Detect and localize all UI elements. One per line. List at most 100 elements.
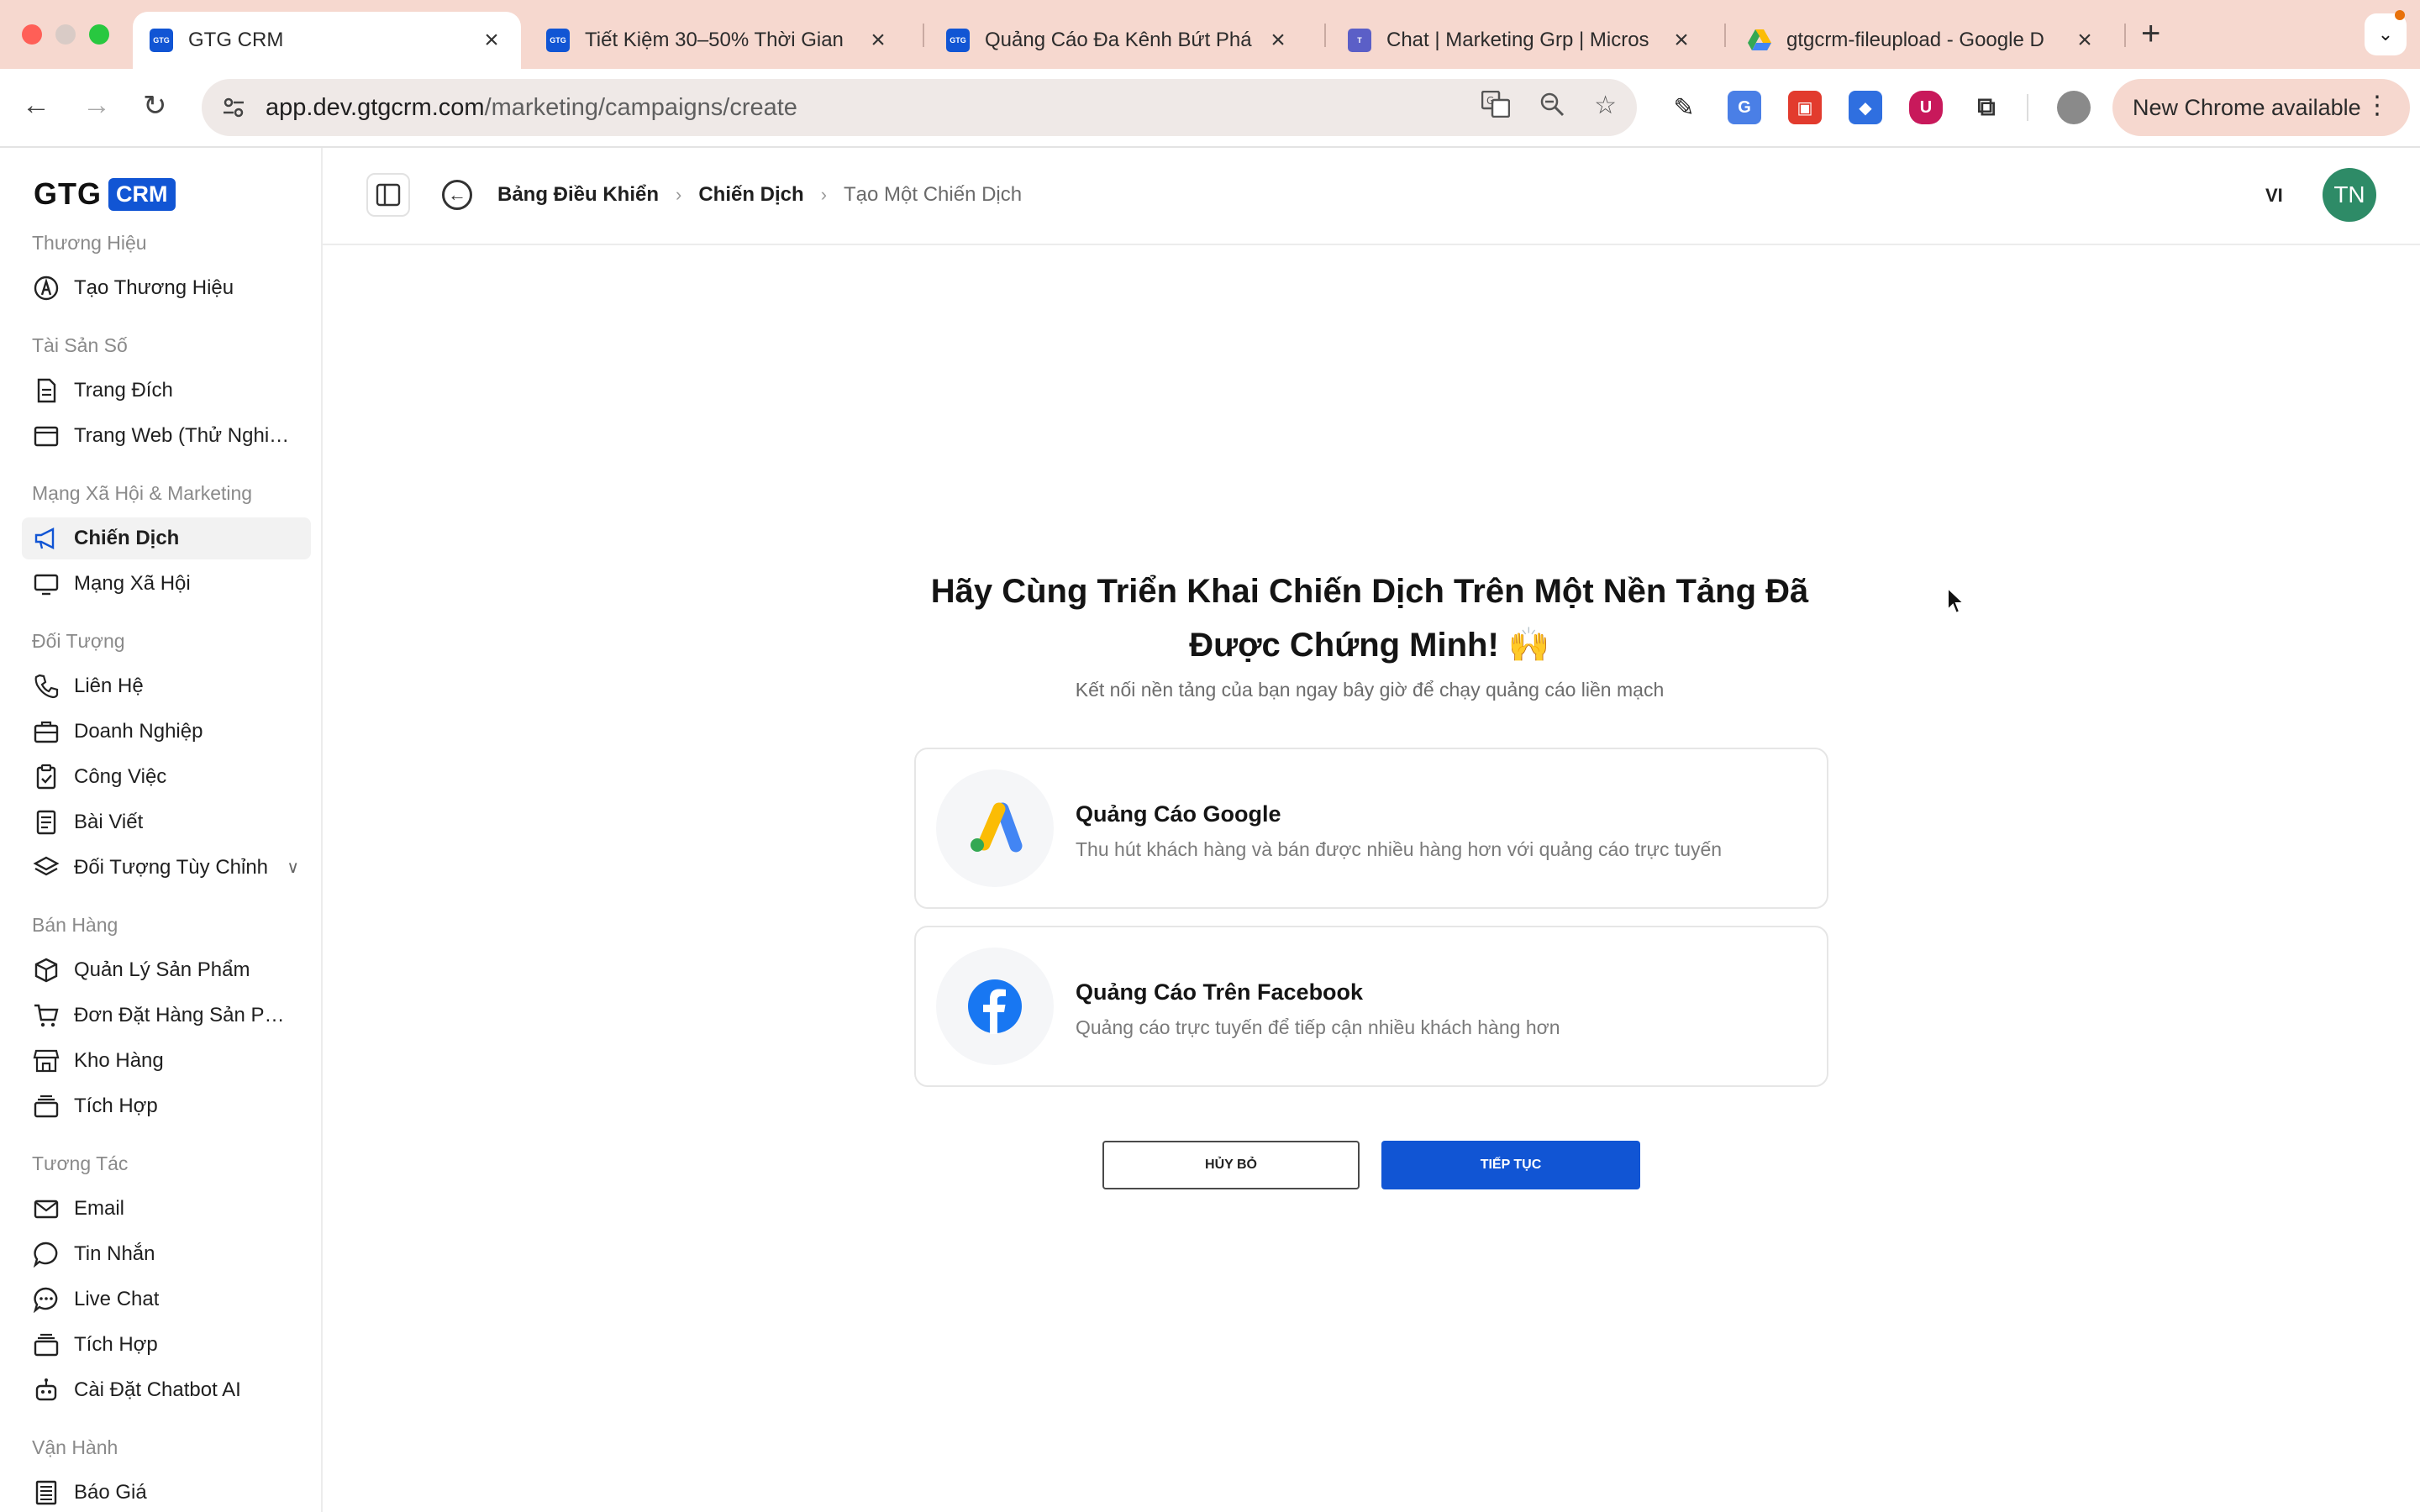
message-circle-icon	[32, 1240, 60, 1268]
close-icon[interactable]: ×	[1265, 28, 1291, 53]
chat-dots-icon	[32, 1285, 60, 1314]
tag-extension-icon[interactable]: ◆	[1849, 91, 1882, 124]
browser-tab[interactable]: T Chat | Marketing Grp | Micros ×	[1331, 12, 1711, 69]
page-subtitle: Kết nối nền tảng của bạn ngay bây giờ để…	[1075, 679, 1665, 701]
article-icon	[32, 808, 60, 837]
app-logo[interactable]: GTG CRM	[34, 176, 176, 212]
layers-icon	[32, 853, 60, 882]
sidebar-item-chien-dich[interactable]: Chiến Dịch	[22, 517, 311, 559]
breadcrumb-campaigns[interactable]: Chiến Dịch	[698, 183, 803, 207]
close-icon[interactable]: ×	[479, 28, 504, 53]
breadcrumb: Bảng Điều Khiển › Chiến Dịch › Tạo Một C…	[497, 183, 1022, 207]
page-title: Hãy Cùng Triển Khai Chiến Dịch Trên Một …	[930, 573, 1809, 664]
platform-card-facebook-ads[interactable]: Quảng Cáo Trên Facebook Quảng cáo trực t…	[914, 926, 1828, 1087]
url-host: app.dev.gtgcrm.com	[266, 93, 485, 121]
sidebar-item-lien-he[interactable]: Liên Hệ	[22, 665, 311, 707]
sidebar-item-label: Quản Lý Sản Phẩm	[74, 958, 250, 981]
browser-tab[interactable]: GTG Quảng Cáo Đa Kênh Bứt Phá ×	[929, 12, 1307, 69]
gift-extension-icon[interactable]: ▣	[1788, 91, 1822, 124]
stack-icon	[32, 1331, 60, 1359]
continue-button[interactable]: TIẾP TỤC	[1381, 1141, 1640, 1189]
sidebar-item-tin-nhan[interactable]: Tin Nhắn	[22, 1233, 311, 1275]
translate-icon[interactable]: G	[1481, 90, 1511, 124]
close-icon[interactable]: ×	[1669, 28, 1694, 53]
section-title: Vận Hành	[32, 1436, 118, 1458]
notification-dot	[2395, 10, 2405, 20]
url-text: app.dev.gtgcrm.com/marketing/campaigns/c…	[266, 94, 797, 122]
sidebar-item-label: Đơn Đặt Hàng Sản Phẩ...	[74, 1004, 294, 1026]
language-switcher[interactable]: VI	[2265, 185, 2283, 207]
mail-icon	[32, 1194, 60, 1223]
sidebar-item-trang-web[interactable]: Trang Web (Thử Nghiệ...	[22, 415, 311, 457]
extensions-puzzle-icon[interactable]: ⧉	[1970, 91, 2003, 124]
sidebar-item-label: Kho Hàng	[74, 1049, 164, 1072]
bookmark-star-icon[interactable]: ☆	[1594, 91, 1617, 124]
tab-title: Chat | Marketing Grp | Micros	[1386, 29, 1649, 51]
close-icon[interactable]: ×	[2072, 28, 2097, 53]
back-arrow-icon[interactable]: ←	[22, 89, 50, 122]
chevron-down-icon[interactable]: ∨	[287, 857, 299, 878]
close-icon[interactable]: ×	[865, 28, 891, 53]
receipt-icon	[32, 1478, 60, 1507]
sidebar-item-tao-thuong-hieu[interactable]: Tạo Thương Hiệu	[22, 267, 311, 309]
back-button[interactable]: ←	[442, 180, 472, 210]
sidebar-item-quan-ly-san-pham[interactable]: Quản Lý Sản Phẩm	[22, 949, 311, 991]
new-tab-button[interactable]: +	[2141, 15, 2160, 53]
sidebar-item-label: Tin Nhắn	[74, 1242, 155, 1265]
arrow-left-icon: ←	[448, 184, 466, 205]
sidebar-item-mang-xa-hoi[interactable]: Mạng Xã Hội	[22, 563, 311, 605]
sidebar-item-chatbot-ai[interactable]: Cài Đặt Chatbot AI	[22, 1369, 311, 1411]
platform-name: Quảng Cáo Trên Facebook	[1076, 979, 1364, 1005]
breadcrumb-current: Tạo Một Chiến Dịch	[844, 183, 1023, 206]
browser-tab[interactable]: GTG Tiết Kiệm 30–50% Thời Gian ×	[529, 12, 908, 69]
section-title: Bán Hàng	[32, 914, 118, 936]
sidebar-item-label: Cài Đặt Chatbot AI	[74, 1378, 241, 1401]
phone-icon	[32, 672, 60, 701]
section-title: Đối Tượng	[32, 630, 125, 652]
cancel-button[interactable]: HỦY BỎ	[1102, 1141, 1360, 1189]
reload-icon[interactable]: ↻	[143, 89, 167, 123]
browser-tab[interactable]: GTG GTG CRM ×	[133, 12, 521, 69]
sidebar-item-doi-tuong-tuy-chinh[interactable]: Đối Tượng Tùy Chỉnh ∨	[22, 847, 311, 889]
window-close-button[interactable]	[22, 24, 42, 45]
breadcrumb-dashboard[interactable]: Bảng Điều Khiển	[497, 183, 659, 207]
tab-divider	[2124, 24, 2126, 47]
chevron-right-icon: ›	[676, 184, 682, 205]
sidebar-item-email[interactable]: Email	[22, 1188, 311, 1230]
window-zoom-button[interactable]	[89, 24, 109, 45]
site-settings-icon[interactable]	[215, 89, 252, 126]
sidebar-item-bao-gia[interactable]: Báo Giá	[22, 1472, 311, 1512]
sidebar-item-label: Tích Hợp	[74, 1095, 158, 1117]
sidebar-item-label: Tích Hợp	[74, 1333, 158, 1356]
sidebar-item-kho-hang[interactable]: Kho Hàng	[22, 1040, 311, 1082]
tab-divider	[1724, 24, 1726, 47]
window-minimize-button[interactable]	[55, 24, 76, 45]
tab-divider	[923, 24, 924, 47]
gtg-crm-favicon-icon: GTG	[150, 29, 173, 52]
toggle-sidebar-button[interactable]	[366, 173, 410, 217]
browser-tab[interactable]: gtgcrm-fileupload - Google D ×	[1731, 12, 2114, 69]
sidebar-item-doanh-nghiep[interactable]: Doanh Nghiệp	[22, 711, 311, 753]
avatar[interactable]: TN	[2323, 168, 2376, 222]
eyedropper-extension-icon[interactable]: ✎	[1667, 91, 1701, 124]
platform-card-google-ads[interactable]: Quảng Cáo Google Thu hút khách hàng và b…	[914, 748, 1828, 909]
new-chrome-available-button[interactable]: New Chrome available ⋮	[2112, 79, 2410, 136]
cart-icon	[32, 1001, 60, 1030]
sidebar-item-don-dat-hang[interactable]: Đơn Đặt Hàng Sản Phẩ...	[22, 995, 311, 1037]
sidebar-item-label: Email	[74, 1197, 125, 1220]
sidebar-item-trang-dich[interactable]: Trang Đích	[22, 370, 311, 412]
google-translate-extension-icon[interactable]: G	[1728, 91, 1761, 124]
forward-arrow-icon[interactable]: →	[82, 89, 111, 122]
tab-title: Quảng Cáo Đa Kênh Bứt Phá	[985, 29, 1252, 51]
sidebar-item-tich-hop-2[interactable]: Tích Hợp	[22, 1324, 311, 1366]
profile-avatar-icon[interactable]	[2057, 91, 2091, 124]
zoom-out-icon[interactable]	[1539, 91, 1565, 124]
new-chrome-label: New Chrome available	[2133, 94, 2361, 120]
sidebar-item-live-chat[interactable]: Live Chat	[22, 1278, 311, 1320]
ublock-extension-icon[interactable]: U	[1909, 91, 1943, 124]
address-bar[interactable]: app.dev.gtgcrm.com/marketing/campaigns/c…	[202, 79, 1637, 136]
sidebar-item-cong-viec[interactable]: Công Việc	[22, 756, 311, 798]
sidebar-item-bai-viet[interactable]: Bài Viết	[22, 801, 311, 843]
sidebar-item-tich-hop[interactable]: Tích Hợp	[22, 1085, 311, 1127]
more-vert-icon[interactable]: ⋮	[2365, 91, 2390, 120]
